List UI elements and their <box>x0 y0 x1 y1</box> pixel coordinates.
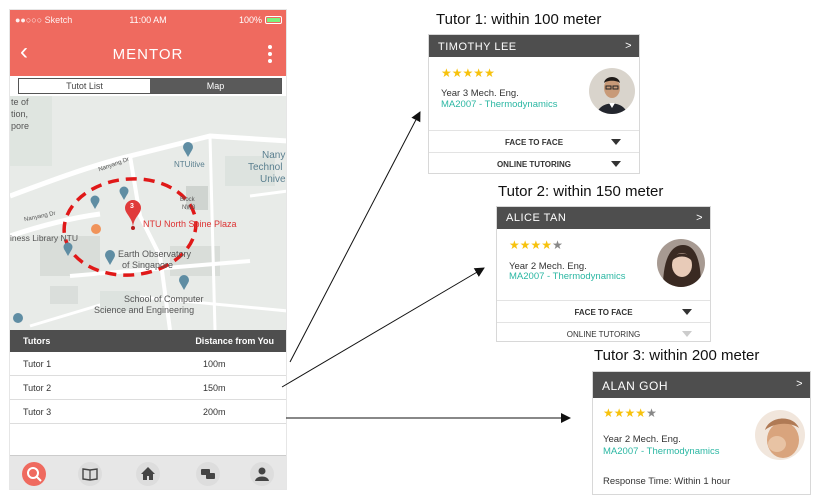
face-to-face-dropdown[interactable]: FACE TO FACE <box>429 130 639 152</box>
star-icon: ★ <box>462 66 474 80</box>
card-tutor-name: ALAN GOH <box>602 379 669 393</box>
avatar <box>657 239 705 287</box>
online-tutoring-label: ONLINE TUTORING <box>566 330 641 339</box>
caret-down-icon <box>611 139 621 145</box>
star-icon: ★ <box>451 66 463 80</box>
card-header: ALAN GOH > <box>593 372 810 398</box>
card-tutor-name: ALICE TAN <box>506 212 567 224</box>
year-label: Year 3 Mech. Eng. <box>441 88 519 99</box>
module-label: MA2007 - Thermodynamics <box>509 271 626 282</box>
tutor-card[interactable]: ALICE TAN > ★★★★★ Year 2 Mech. Eng. MA20… <box>496 206 711 342</box>
online-tutoring-dropdown[interactable]: ONLINE TUTORING <box>429 152 639 173</box>
rating-stars: ★★★★★ <box>603 406 657 420</box>
module-label: MA2007 - Thermodynamics <box>603 446 720 457</box>
caption-tutor-1: Tutor 1: within 100 meter <box>436 11 602 28</box>
rating-stars: ★★★★★ <box>509 238 563 252</box>
caret-down-icon <box>611 161 621 167</box>
face-to-face-label: FACE TO FACE <box>574 308 633 317</box>
star-icon: ★ <box>519 238 531 252</box>
chevron-right-icon[interactable]: > <box>696 212 703 224</box>
star-icon: ★ <box>635 406 647 420</box>
star-icon: ★ <box>624 406 636 420</box>
star-icon: ★ <box>603 406 614 420</box>
tutor-card[interactable]: TIMOTHY LEE > ★★★★★ Year 3 Mech. Eng. MA… <box>428 34 640 174</box>
caption-tutor-2: Tutor 2: within 150 meter <box>498 183 664 200</box>
star-empty-icon: ★ <box>646 406 657 420</box>
avatar <box>755 410 805 460</box>
star-icon: ★ <box>613 406 625 420</box>
avatar <box>589 68 635 114</box>
chevron-right-icon[interactable]: > <box>796 378 803 390</box>
rating-stars: ★★★★★ <box>441 66 495 80</box>
caption-tutor-3: Tutor 3: within 200 meter <box>594 347 760 364</box>
chevron-right-icon[interactable]: > <box>625 40 632 52</box>
star-icon: ★ <box>473 66 485 80</box>
face-to-face-label: FACE TO FACE <box>504 138 564 147</box>
caret-down-icon <box>682 331 692 337</box>
year-label: Year 2 Mech. Eng. <box>603 434 681 445</box>
star-icon: ★ <box>541 238 553 252</box>
star-icon: ★ <box>484 66 495 80</box>
card-tutor-name: TIMOTHY LEE <box>438 41 517 53</box>
star-icon: ★ <box>509 238 520 252</box>
face-to-face-dropdown[interactable]: FACE TO FACE <box>497 300 710 322</box>
module-label: MA2007 - Thermodynamics <box>441 99 558 110</box>
star-icon: ★ <box>441 66 452 80</box>
online-tutoring-label: ONLINE TUTORING <box>496 160 572 169</box>
star-icon: ★ <box>530 238 542 252</box>
response-time-label: Response Time: Within 1 hour <box>603 476 731 487</box>
caret-down-icon <box>682 309 692 315</box>
tutor-card[interactable]: ALAN GOH > ★★★★★ Year 2 Mech. Eng. MA200… <box>592 371 811 495</box>
online-tutoring-dropdown[interactable]: ONLINE TUTORING <box>497 322 710 341</box>
star-empty-icon: ★ <box>552 238 563 252</box>
card-header: ALICE TAN > <box>497 207 710 229</box>
card-header: TIMOTHY LEE > <box>429 35 639 57</box>
